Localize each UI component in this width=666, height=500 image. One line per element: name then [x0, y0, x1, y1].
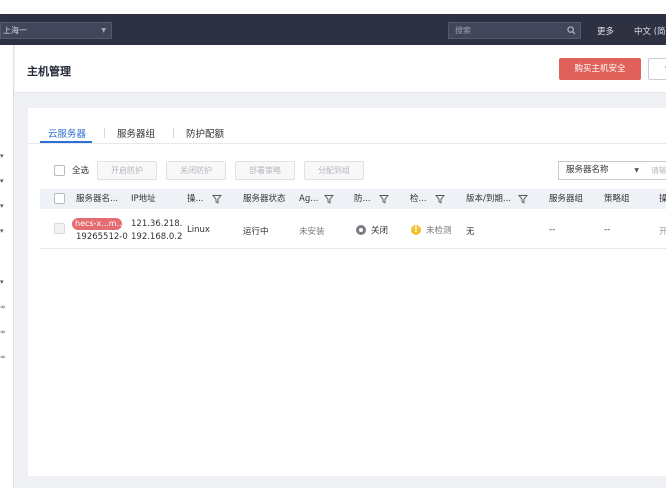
link-icon[interactable]: ∞ — [0, 303, 6, 311]
chevron-down-icon[interactable]: ▾ — [0, 177, 4, 185]
filter-icon[interactable] — [324, 194, 334, 204]
active-tab-indicator — [40, 141, 92, 143]
column-os: 操... — [187, 194, 204, 204]
agent-status: 未安装 — [299, 227, 325, 237]
table-row: hecs-x...m... 19265512-01 121.36.218.5 1… — [40, 209, 666, 249]
table-toolbar: 全选 开启防护 关闭防护 部署策略 分配到组 服务器名称 ▼ 请输 — [28, 160, 666, 182]
deploy-policy-button[interactable]: 部署策略 — [235, 161, 295, 180]
column-ip-address: IP地址 — [131, 194, 156, 204]
filter-field-value: 服务器名称 — [566, 165, 609, 175]
warning-icon: ! — [411, 225, 421, 235]
column-agent: Ag... — [299, 194, 319, 204]
private-ip: 192.168.0.2 — [131, 232, 183, 242]
filter-icon[interactable] — [435, 194, 445, 204]
protection-status: 关闭 — [371, 226, 389, 236]
column-actions: 操 — [659, 194, 666, 204]
tab-server-groups[interactable]: 服务器组 — [117, 126, 155, 140]
tab-cloud-servers[interactable]: 云服务器 — [48, 126, 86, 140]
table-header: 服务器名... IP地址 操... 服务器状态 Ag... 防... 检... … — [40, 189, 666, 209]
server-group-value: -- — [549, 225, 556, 235]
chevron-down-icon[interactable]: ▾ — [0, 278, 4, 286]
server-id: 19265512-01 — [76, 232, 128, 242]
tab-bar: 云服务器 服务器组 防护配额 — [28, 122, 666, 144]
row-select-checkbox[interactable] — [54, 223, 65, 234]
language-selector[interactable]: 中文 (简 — [634, 25, 666, 37]
column-server-status: 服务器状态 — [243, 194, 286, 204]
search-input[interactable]: 搜索 — [448, 22, 581, 39]
detection-status: 未检测 — [426, 226, 452, 236]
column-protection: 防... — [354, 194, 371, 204]
secondary-header-button[interactable]: 使 — [648, 58, 666, 80]
page-header: 主机管理 购买主机安全 使 — [15, 45, 666, 93]
column-version-expiry: 版本/到期... — [466, 194, 511, 204]
search-icon[interactable] — [567, 26, 576, 35]
more-menu[interactable]: 更多 — [597, 25, 614, 37]
link-icon[interactable]: ∞ — [0, 353, 6, 361]
link-icon[interactable]: ∞ — [0, 328, 6, 336]
filter-icon[interactable] — [518, 194, 528, 204]
server-name-link[interactable]: hecs-x...m... — [72, 218, 122, 230]
buy-host-security-button[interactable]: 购买主机安全 — [559, 58, 641, 80]
tab-protection-quota[interactable]: 防护配额 — [186, 126, 224, 140]
tab-divider — [173, 128, 174, 138]
column-server-name[interactable]: 服务器名... — [76, 189, 118, 209]
page-title: 主机管理 — [27, 65, 71, 78]
sidebar: ▾ ▾ ▾ ▾ ▾ ∞ ∞ ∞ — [0, 45, 14, 488]
filter-icon[interactable] — [212, 194, 222, 204]
column-detection: 检... — [410, 194, 427, 204]
header-select-checkbox[interactable] — [54, 193, 65, 204]
chevron-down-icon[interactable]: ▾ — [0, 202, 4, 210]
os-value: Linux — [187, 225, 210, 235]
filter-field-select[interactable]: 服务器名称 ▼ — [558, 161, 646, 180]
column-policy-group: 策略组 — [604, 194, 630, 204]
public-ip: 121.36.218.5 — [131, 219, 183, 229]
tab-divider — [104, 128, 105, 138]
region-selector[interactable]: 上海一 ▼ — [0, 22, 112, 39]
chevron-down-icon: ▼ — [634, 167, 639, 174]
assign-group-button[interactable]: 分配到组 — [304, 161, 364, 180]
filter-search-input[interactable]: 请输 — [645, 161, 666, 180]
status-value: 运行中 — [243, 227, 269, 237]
column-server-group: 服务器组 — [549, 194, 584, 204]
search-placeholder: 搜索 — [455, 26, 471, 35]
enable-protection-button[interactable]: 开启防护 — [97, 161, 157, 180]
filter-icon[interactable] — [379, 194, 389, 204]
chevron-down-icon[interactable]: ▾ — [0, 152, 4, 160]
disable-protection-button[interactable]: 关闭防护 — [166, 161, 226, 180]
select-all-checkbox[interactable] — [54, 165, 65, 176]
region-label: 上海一 — [3, 26, 27, 35]
protection-off-icon — [356, 225, 366, 235]
policy-group-value: -- — [604, 225, 611, 235]
enable-action-link[interactable]: 开 — [659, 225, 666, 237]
chevron-down-icon[interactable]: ▾ — [0, 227, 4, 235]
select-all-label: 全选 — [72, 166, 90, 176]
version-value: 无 — [466, 227, 475, 237]
chevron-down-icon: ▼ — [101, 27, 106, 34]
main-content: 云服务器 服务器组 防护配额 全选 开启防护 关闭防护 部署策略 分配到组 服务… — [28, 108, 666, 476]
